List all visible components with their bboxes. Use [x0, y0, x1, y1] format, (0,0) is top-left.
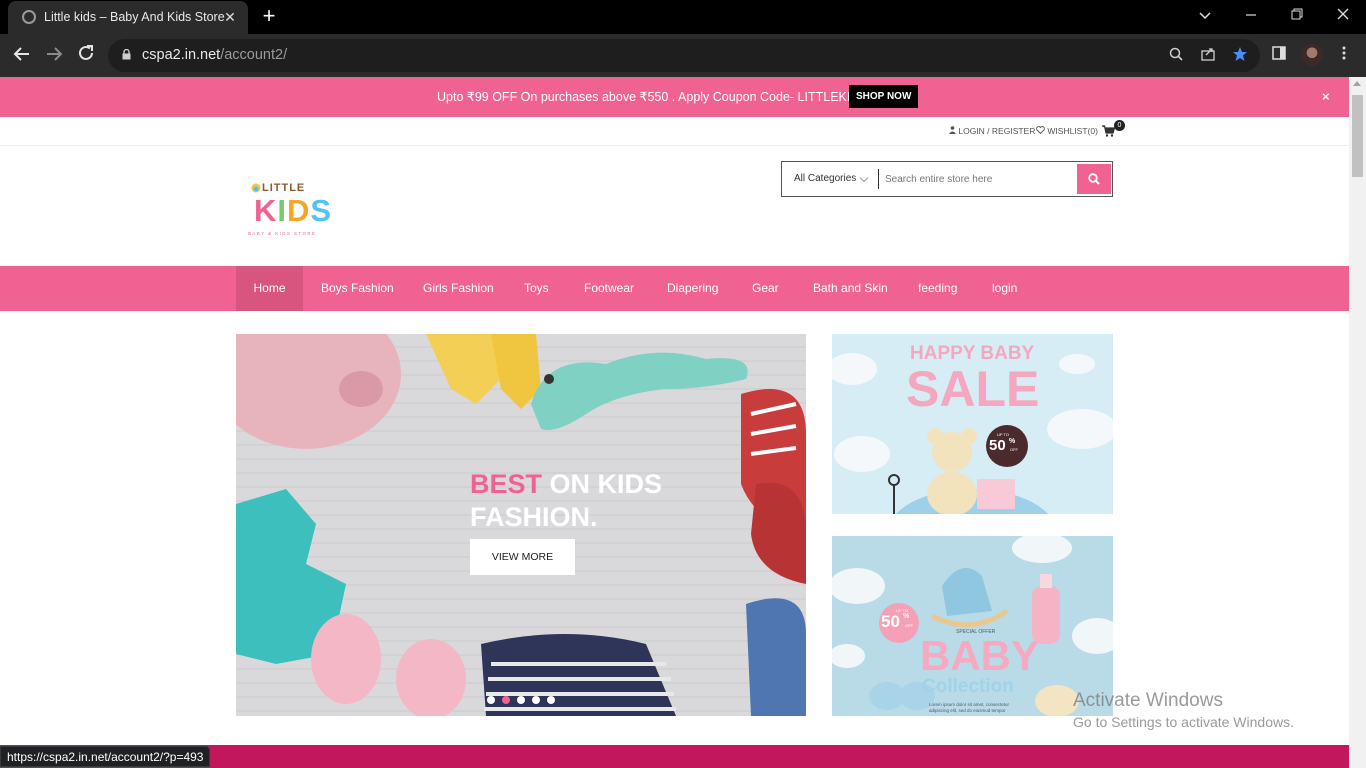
slider-dot[interactable] — [532, 696, 540, 704]
link-status-bar: https://cspa2.in.net/account2/?p=493 — [0, 746, 211, 767]
globe-icon — [22, 10, 36, 24]
search-divider — [878, 169, 879, 189]
site-logo[interactable]: LITTLE KIDS BABY & KIDS STORE — [248, 182, 342, 238]
wishlist-label: WISHLIST(0) — [1047, 126, 1098, 136]
login-register-label: LOGIN / REGISTER — [958, 126, 1036, 136]
chevron-down-icon — [859, 173, 869, 183]
scrollbar-thumb[interactable] — [1352, 95, 1363, 177]
collection-badge-off: OFF — [905, 623, 913, 628]
logo-kids-text: KIDS — [254, 193, 333, 228]
nav-boys-fashion[interactable]: Boys Fashion — [321, 266, 394, 311]
user-icon — [949, 126, 956, 134]
collection-fineprint-2: adipiscing elit, sed do eiusmod tempor — [929, 708, 1006, 713]
cart-button[interactable]: 0 — [1102, 120, 1125, 137]
hero-headline-line2: FASHION. — [470, 502, 598, 532]
share-icon[interactable] — [1198, 46, 1218, 66]
web-page: Upto ₹99 OFF On purchases above ₹550 . A… — [0, 77, 1349, 768]
category-select[interactable]: All Categories — [794, 173, 856, 184]
address-url: cspa2.in.net/account2/ — [142, 47, 287, 63]
browser-toolbar: cspa2.in.net/account2/ — [0, 34, 1366, 77]
hero-headline-rest: ON KIDS — [542, 469, 663, 499]
slider-dot[interactable] — [517, 696, 525, 704]
restore-icon[interactable] — [1274, 0, 1320, 30]
heart-icon — [1036, 126, 1045, 135]
top-links-bar: LOGIN / REGISTER WISHLIST(0) 0 — [0, 117, 1349, 146]
sale-banner-big: SALE — [906, 361, 1040, 417]
collection-fineprint-1: Lorem ipsum dolor sit amet, consectetur — [929, 702, 1010, 707]
cart-count-badge: 0 — [1114, 120, 1125, 131]
nav-bath-and-skin[interactable]: Bath and Skin — [813, 266, 888, 311]
bookmark-star-icon[interactable] — [1230, 46, 1250, 66]
shop-now-button[interactable]: SHOP NOW — [849, 85, 919, 108]
promo-message: Upto ₹99 OFF On purchases above ₹550 . A… — [437, 90, 886, 104]
promo-bar: Upto ₹99 OFF On purchases above ₹550 . A… — [0, 77, 1349, 117]
forward-arrow-icon[interactable] — [42, 44, 66, 68]
close-window-icon[interactable] — [1320, 0, 1366, 30]
collection-big-text: BABY — [920, 632, 1040, 679]
side-panel-icon[interactable] — [1268, 45, 1290, 67]
address-bar[interactable]: cspa2.in.net/account2/ — [108, 39, 1260, 72]
nav-footwear[interactable]: Footwear — [584, 266, 634, 311]
search-button[interactable] — [1077, 164, 1111, 194]
lock-icon — [122, 49, 131, 60]
nav-gear[interactable]: Gear — [752, 266, 779, 311]
reload-icon[interactable] — [74, 44, 98, 68]
search-icon — [1088, 173, 1100, 185]
search-form: All Categories — [781, 161, 1113, 197]
sale-badge-value: 50 — [989, 437, 1006, 454]
hero-headline: BEST ON KIDS FASHION. — [470, 468, 662, 534]
watermark-line1: Activate Windows — [1073, 690, 1223, 711]
slider-dot[interactable] — [547, 696, 555, 704]
scroll-up-arrow-icon[interactable] — [1353, 81, 1361, 86]
browser-tab[interactable]: Little kids – Baby And Kids Store ✕ — [8, 1, 248, 34]
login-register-link[interactable]: LOGIN / REGISTER — [949, 126, 1035, 136]
profile-avatar[interactable] — [1301, 44, 1323, 66]
promo-close-icon[interactable]: × — [1322, 89, 1330, 104]
logo-baby-icon — [251, 183, 261, 193]
windows-activation-watermark: Activate Windows Go to Settings to activ… — [1073, 690, 1294, 730]
new-tab-button[interactable]: + — [258, 5, 280, 28]
nav-toys[interactable]: Toys — [524, 266, 549, 311]
nav-diapering[interactable]: Diapering — [667, 266, 718, 311]
minimize-icon[interactable] — [1228, 0, 1274, 30]
collection-subtitle: Collection — [922, 676, 1014, 697]
page-scrollbar[interactable] — [1349, 77, 1366, 768]
search-input[interactable] — [885, 171, 1073, 187]
tab-search-icon[interactable] — [1182, 0, 1228, 30]
nav-girls-fashion[interactable]: Girls Fashion — [423, 266, 494, 311]
nav-home[interactable]: Home — [236, 266, 303, 311]
logo-tagline: BABY & KIDS STORE — [248, 231, 317, 236]
hero-slider[interactable]: BEST ON KIDS FASHION. VIEW MORE — [236, 334, 806, 716]
nav-login[interactable]: login — [992, 266, 1017, 311]
cart-icon — [1102, 125, 1116, 137]
zoom-icon[interactable] — [1166, 46, 1186, 66]
collection-badge-unit: % — [903, 613, 910, 620]
watermark-line2: Go to Settings to activate Windows. — [1073, 714, 1294, 730]
sale-badge-unit: % — [1009, 438, 1016, 445]
view-more-button[interactable]: VIEW MORE — [470, 539, 575, 575]
url-path: /account2/ — [220, 47, 288, 63]
nav-feeding[interactable]: feeding — [918, 266, 957, 311]
slider-dot[interactable] — [487, 696, 495, 704]
main-navigation: Home Boys Fashion Girls Fashion Toys Foo… — [0, 266, 1349, 311]
slider-dot-active[interactable] — [502, 696, 510, 704]
url-host: cspa2.in.net — [142, 47, 221, 63]
more-menu-icon[interactable] — [1333, 45, 1355, 67]
baby-collection-banner[interactable]: UP TO 50 % OFF SPECIAL OFFER BABY Collec… — [832, 536, 1113, 716]
collection-badge-value: 50 — [881, 612, 900, 631]
happy-baby-sale-banner[interactable]: HAPPY BABY SALE UP TO 50 % OFF — [832, 334, 1113, 514]
tab-title: Little kids – Baby And Kids Store — [44, 10, 225, 24]
hero-headline-highlight: BEST — [470, 469, 543, 499]
browser-tab-strip: Little kids – Baby And Kids Store ✕ + — [0, 0, 1366, 34]
sale-badge-off: OFF — [1010, 447, 1018, 452]
back-arrow-icon[interactable] — [10, 44, 34, 68]
wishlist-link[interactable]: WISHLIST(0) — [1036, 126, 1098, 136]
tab-close-icon[interactable]: ✕ — [220, 7, 240, 27]
